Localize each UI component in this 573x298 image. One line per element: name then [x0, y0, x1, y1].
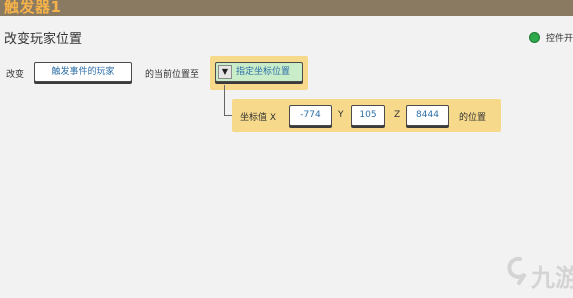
- window-titlebar: 触发器1: [0, 0, 573, 16]
- window-title: 触发器1: [4, 0, 62, 16]
- toggle-label: 控件开: [546, 34, 573, 44]
- panel-title: 改变玩家位置: [4, 32, 83, 47]
- watermark-text: 九游: [531, 264, 573, 292]
- chevron-down-icon[interactable]: ▼: [218, 65, 232, 79]
- target-player-button[interactable]: 触发事件的玩家: [34, 62, 132, 82]
- coord-suffix-label: 的位置: [459, 113, 487, 123]
- position-type-dropdown[interactable]: ▼ 指定坐标位置: [215, 62, 303, 82]
- coord-z-input[interactable]: 8444: [406, 105, 449, 126]
- coord-x-input[interactable]: -774: [289, 105, 332, 126]
- coord-z-label: Z: [394, 110, 401, 120]
- connector-line-horizontal: [224, 115, 232, 116]
- coord-y-label: Y: [338, 110, 344, 120]
- action-prefix-label: 改变: [6, 70, 25, 80]
- dropdown-selected-label: 指定坐标位置: [236, 67, 291, 77]
- j-logo-icon: [507, 256, 527, 285]
- action-panel: 改变玩家位置 控件开 改变 触发事件的玩家 的当前位置至 ▼ 指定坐标位置 坐标…: [0, 16, 573, 298]
- toggle-on-indicator[interactable]: [529, 32, 540, 43]
- coord-y-input[interactable]: 105: [351, 105, 385, 126]
- action-middle-label: 的当前位置至: [145, 70, 200, 80]
- coord-x-label: 坐标值 X: [240, 113, 277, 123]
- connector-line-vertical: [224, 85, 225, 115]
- watermark: 九游: [505, 252, 573, 292]
